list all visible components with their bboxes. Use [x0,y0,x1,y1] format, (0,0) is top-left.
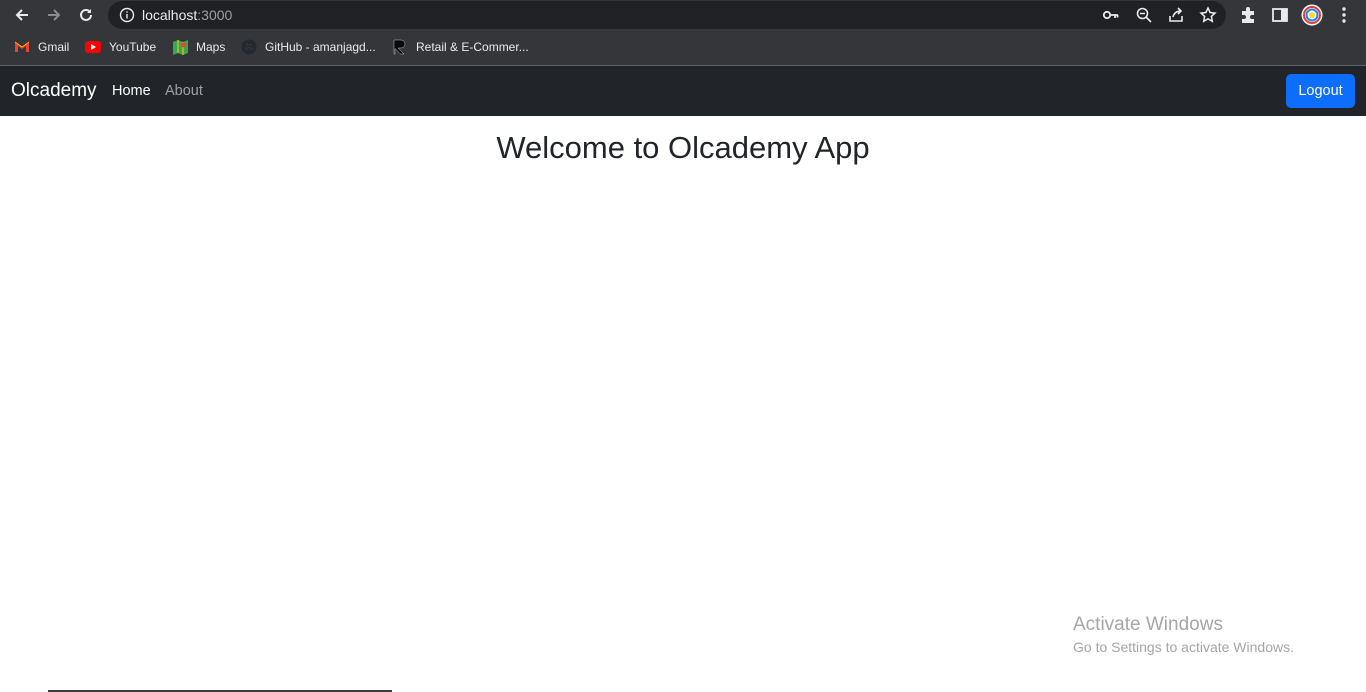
forward-button[interactable] [42,3,66,27]
back-button[interactable] [10,3,34,27]
extensions-icon[interactable] [1238,5,1258,25]
star-icon[interactable] [1199,6,1217,24]
url-text[interactable]: localhost:3000 [142,7,232,23]
bookmark-label: Maps [196,40,226,54]
share-icon[interactable] [1167,6,1185,24]
arrow-left-icon [15,9,28,21]
url-host: localhost [142,7,198,23]
bookmark-label: Gmail [38,40,70,54]
bookmarks-bar: Gmail YouTube Maps GitHub - amanjagd... … [0,34,1366,60]
bookmark-youtube[interactable]: YouTube [85,37,156,57]
app-navbar: Olcademy Home About Logout [0,66,1366,116]
bookmark-label: YouTube [109,40,157,54]
arrow-right-icon [48,9,61,21]
bookmark-label: GitHub - amanjagd... [265,40,376,54]
url-port: :3000 [197,7,233,23]
bookmark-label: Retail & E-Commer... [416,40,529,54]
zoom-icon[interactable] [1135,6,1153,24]
bookmark-retail[interactable]: Retail & E-Commer... [392,37,529,57]
gmail-icon [14,39,30,55]
windows-activation-subtitle: Go to Settings to activate Windows. [1073,639,1294,655]
reload-icon [80,8,92,21]
nav-link-home[interactable]: Home [112,83,151,99]
address-bar[interactable]: localhost:3000 [108,1,1226,29]
side-panel-icon[interactable] [1270,5,1290,25]
youtube-icon [85,39,101,55]
info-icon [119,7,135,23]
browser-chrome: localhost:3000 Gmail YouTube Maps GitHub… [0,0,1366,66]
bookmark-github[interactable]: GitHub - amanjagd... [241,37,376,57]
menu-kebab-icon[interactable] [1334,5,1354,25]
github-icon [241,39,257,55]
navbar-brand[interactable]: Olcademy [11,80,97,102]
logout-button[interactable]: Logout [1286,74,1355,108]
maps-icon [172,39,188,55]
page-title: Welcome to Olcademy App [496,130,870,165]
browser-toolbar: localhost:3000 [0,0,1366,30]
profile-avatar-icon[interactable] [1301,4,1323,26]
retail-icon [392,39,408,55]
bookmark-gmail[interactable]: Gmail [14,37,69,57]
bookmark-maps[interactable]: Maps [172,37,225,57]
reload-button[interactable] [74,3,98,27]
windows-activation-title: Activate Windows [1073,614,1223,635]
nav-link-about[interactable]: About [165,83,203,99]
key-icon[interactable] [1102,6,1120,24]
